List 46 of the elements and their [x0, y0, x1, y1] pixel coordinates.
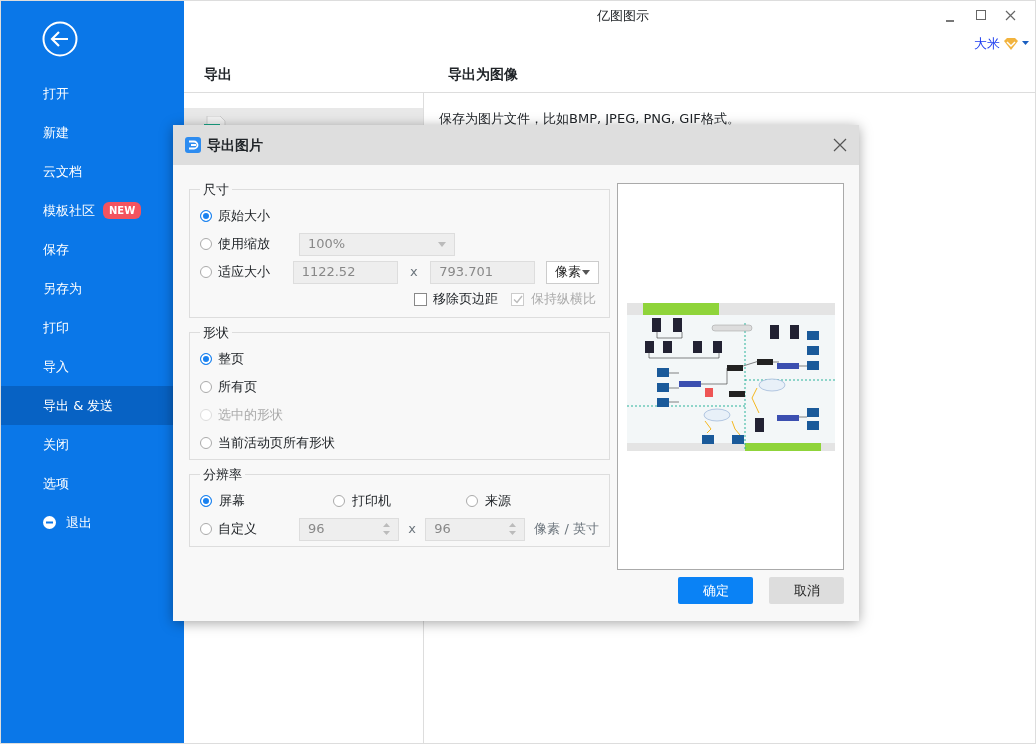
- cancel-button[interactable]: 取消: [769, 577, 844, 604]
- radio-label: 整页: [218, 350, 244, 369]
- radio-label: 所有页: [218, 378, 257, 397]
- radio-button[interactable]: [200, 381, 212, 393]
- group-label: 尺寸: [202, 183, 230, 196]
- radio-button[interactable]: [200, 437, 212, 449]
- section-heading: 导出为图像: [448, 65, 518, 82]
- radio-button[interactable]: [200, 495, 212, 507]
- diamond-icon: [1003, 36, 1019, 51]
- radio-label: 当前活动页所有形状: [218, 434, 335, 453]
- radio-label: 选中的形状: [218, 406, 283, 425]
- group-label: 形状: [202, 326, 230, 339]
- radio-label: 打印机: [351, 492, 391, 511]
- ok-button[interactable]: 确定: [678, 577, 753, 604]
- checkbox-label: 保持纵横比: [530, 290, 596, 309]
- radio-button[interactable]: [333, 495, 345, 507]
- description-text: 保存为图片文件，比如BMP, JPEG, PNG, GIF格式。: [439, 111, 740, 126]
- radio-label: 适应大小: [218, 263, 271, 282]
- radio-button[interactable]: [200, 353, 212, 365]
- separator-text: x: [407, 520, 417, 539]
- dropdown-caret-icon: [582, 269, 590, 275]
- separator-text: x: [409, 263, 419, 282]
- checkbox[interactable]: [413, 292, 427, 306]
- radio-label: 使用缩放: [218, 235, 271, 254]
- section-heading: 导出: [204, 65, 232, 82]
- app-logo-icon: [185, 137, 201, 153]
- user-name[interactable]: 大米: [974, 33, 1000, 54]
- radio-label: 原始大小: [218, 207, 271, 226]
- sidebar-item[interactable]: 退出: [1, 503, 184, 542]
- radio-label: 来源: [484, 492, 511, 511]
- radio-button[interactable]: [200, 210, 212, 222]
- window-title: 亿图图示: [596, 8, 649, 24]
- dropdown-caret-icon[interactable]: [1022, 41, 1029, 46]
- radio-label: 屏幕: [218, 492, 245, 511]
- group-label: 分辨率: [202, 468, 243, 481]
- dropdown-caret-icon: [438, 241, 446, 247]
- checkbox-label: 移除页边距: [433, 290, 499, 309]
- new-badge: NEW: [103, 202, 142, 219]
- radio-button[interactable]: [466, 495, 478, 507]
- close-icon[interactable]: [833, 138, 847, 152]
- minus-circle-icon: [43, 516, 56, 529]
- sidebar-item[interactable]: 打开: [1, 74, 184, 113]
- unit-label: 像素 / 英寸: [534, 520, 599, 539]
- radio-label: 自定义: [218, 520, 258, 539]
- sidebar-item[interactable]: 模板社区 NEW: [1, 191, 184, 230]
- dialog-title: 导出图片: [207, 135, 263, 155]
